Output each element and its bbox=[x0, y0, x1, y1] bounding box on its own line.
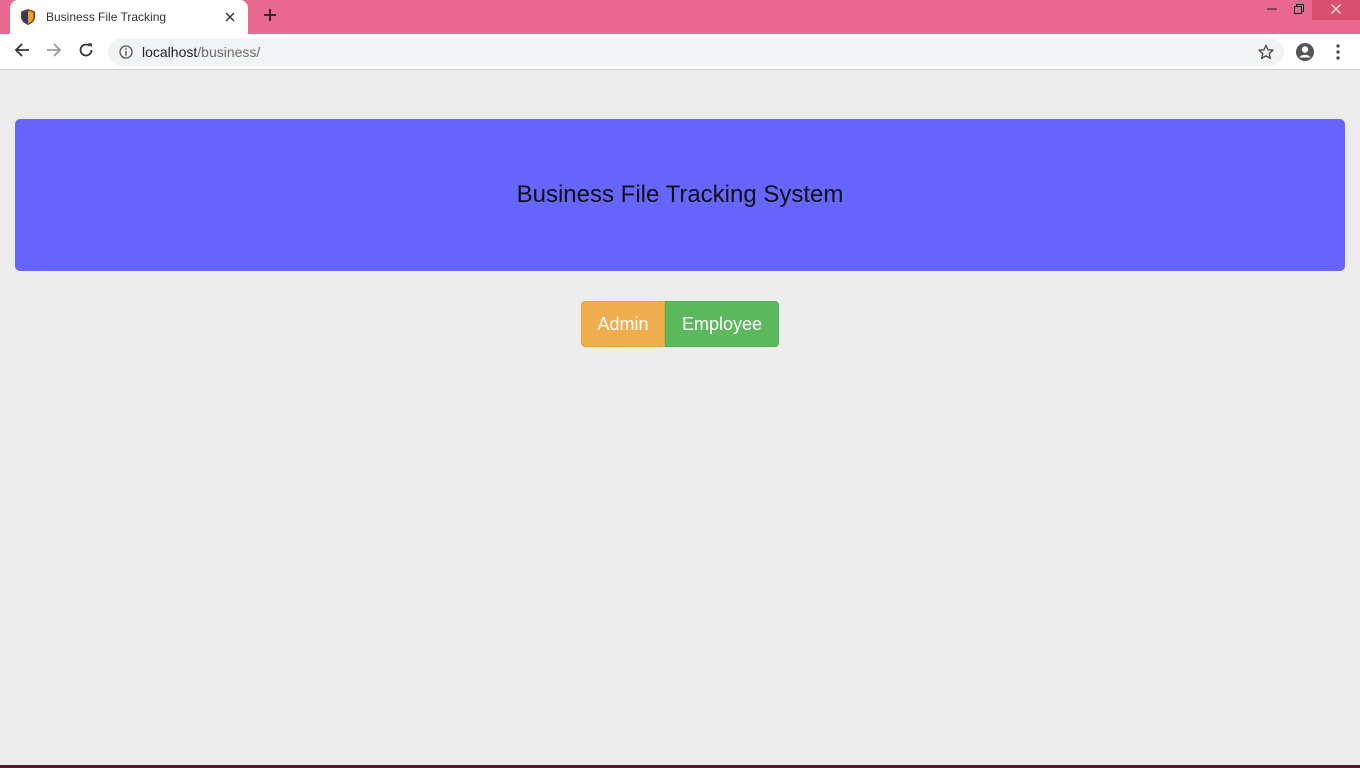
close-window-button[interactable] bbox=[1312, 0, 1360, 20]
page-viewport: Business File Tracking System Admin Empl… bbox=[0, 71, 1360, 768]
admin-button[interactable]: Admin bbox=[581, 301, 665, 347]
address-bar[interactable]: localhost/business/ bbox=[108, 38, 1284, 66]
browser-toolbar: localhost/business/ bbox=[0, 34, 1360, 70]
role-button-group: Admin Employee bbox=[581, 301, 779, 347]
page-title: Business File Tracking System bbox=[516, 181, 844, 208]
url-host: localhost bbox=[142, 44, 198, 60]
arrow-right-icon bbox=[46, 42, 62, 63]
arrow-left-icon bbox=[14, 42, 30, 63]
browser-title-bar: Business File Tracking bbox=[0, 0, 1360, 34]
star-icon[interactable] bbox=[1258, 44, 1274, 60]
tab-title: Business File Tracking bbox=[46, 10, 167, 24]
url-path: /business/ bbox=[197, 44, 261, 60]
minimize-icon bbox=[1267, 1, 1277, 19]
kebab-menu-icon[interactable] bbox=[1330, 41, 1346, 63]
employee-button[interactable]: Employee bbox=[665, 301, 779, 347]
plus-icon bbox=[263, 8, 277, 27]
browser-tab-active[interactable]: Business File Tracking bbox=[10, 0, 248, 34]
close-icon bbox=[1331, 1, 1341, 19]
forward-button[interactable] bbox=[40, 38, 68, 66]
restore-icon bbox=[1294, 1, 1304, 19]
reload-icon bbox=[78, 42, 94, 63]
info-icon[interactable] bbox=[118, 44, 134, 60]
minimize-button[interactable] bbox=[1258, 0, 1286, 20]
url-text: localhost/business/ bbox=[142, 44, 260, 60]
close-icon[interactable] bbox=[222, 9, 238, 25]
restore-button[interactable] bbox=[1286, 0, 1312, 20]
header-banner: Business File Tracking System bbox=[15, 119, 1345, 271]
back-button[interactable] bbox=[8, 38, 36, 66]
account-icon[interactable] bbox=[1294, 41, 1316, 63]
reload-button[interactable] bbox=[72, 38, 100, 66]
shield-icon bbox=[20, 9, 36, 25]
new-tab-button[interactable] bbox=[258, 5, 282, 29]
